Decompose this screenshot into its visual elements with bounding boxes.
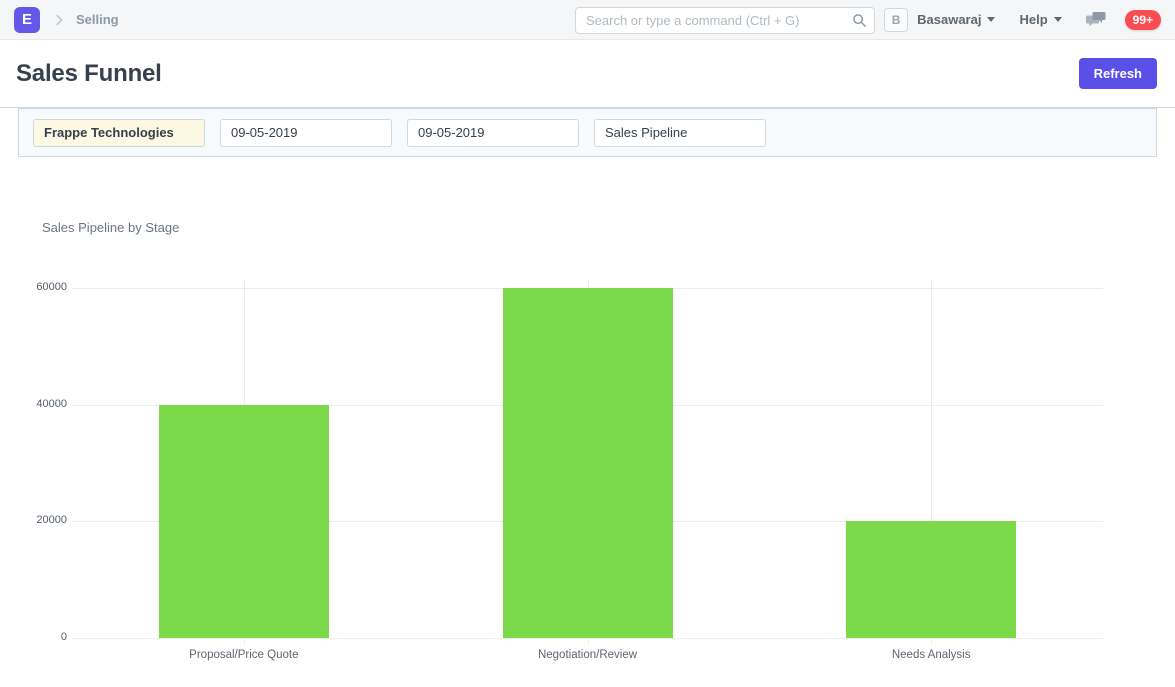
search-input[interactable] bbox=[575, 7, 875, 34]
chart-select-input[interactable] bbox=[594, 119, 766, 147]
refresh-button[interactable]: Refresh bbox=[1079, 58, 1157, 89]
chevron-down-icon bbox=[987, 17, 995, 22]
from-date-input[interactable] bbox=[220, 119, 392, 147]
company-filter-input[interactable] bbox=[33, 119, 205, 147]
help-label: Help bbox=[1019, 12, 1047, 27]
x-axis-tick-label: Needs Analysis bbox=[831, 649, 1031, 661]
filter-section bbox=[18, 108, 1157, 157]
user-avatar[interactable]: B bbox=[884, 8, 908, 32]
page-head: Sales Funnel Refresh bbox=[0, 40, 1175, 108]
chart-bar bbox=[159, 405, 329, 638]
breadcrumb-selling[interactable]: Selling bbox=[76, 12, 119, 27]
y-axis-tick-label: 20000 bbox=[27, 514, 67, 526]
y-axis-tick-label: 60000 bbox=[27, 281, 67, 293]
to-date-input[interactable] bbox=[407, 119, 579, 147]
avatar-letter: B bbox=[892, 13, 901, 27]
help-menu[interactable]: Help bbox=[1019, 12, 1061, 27]
global-search bbox=[575, 7, 875, 34]
x-axis-tick-label: Negotiation/Review bbox=[488, 649, 688, 661]
notification-badge[interactable]: 99+ bbox=[1125, 10, 1161, 30]
page-title: Sales Funnel bbox=[16, 60, 162, 88]
y-axis-tick-label: 0 bbox=[27, 631, 67, 643]
user-menu[interactable]: Basawaraj bbox=[917, 12, 995, 27]
chart-bar bbox=[503, 288, 673, 638]
chart-plot: 0 20000 40000 60000 Proposal/Price Quote Nego… bbox=[0, 157, 1175, 685]
chat-icon[interactable] bbox=[1086, 11, 1107, 28]
sales-funnel-chart: Sales Pipeline by Stage 0200004000060000… bbox=[0, 157, 1175, 685]
chart-bar bbox=[846, 521, 1016, 638]
user-name: Basawaraj bbox=[917, 12, 981, 27]
search-icon bbox=[852, 13, 867, 33]
chevron-down-icon bbox=[1054, 17, 1062, 22]
navbar-right: B Basawaraj Help 99+ bbox=[884, 8, 1161, 32]
chevron-right-icon bbox=[52, 13, 66, 27]
x-axis-tick-label: Proposal/Price Quote bbox=[144, 649, 344, 661]
navbar: E Selling B Basawaraj Help 99+ bbox=[0, 0, 1175, 40]
app-logo[interactable]: E bbox=[14, 7, 40, 33]
y-axis-tick-label: 40000 bbox=[27, 398, 67, 410]
app-logo-letter: E bbox=[22, 11, 32, 28]
